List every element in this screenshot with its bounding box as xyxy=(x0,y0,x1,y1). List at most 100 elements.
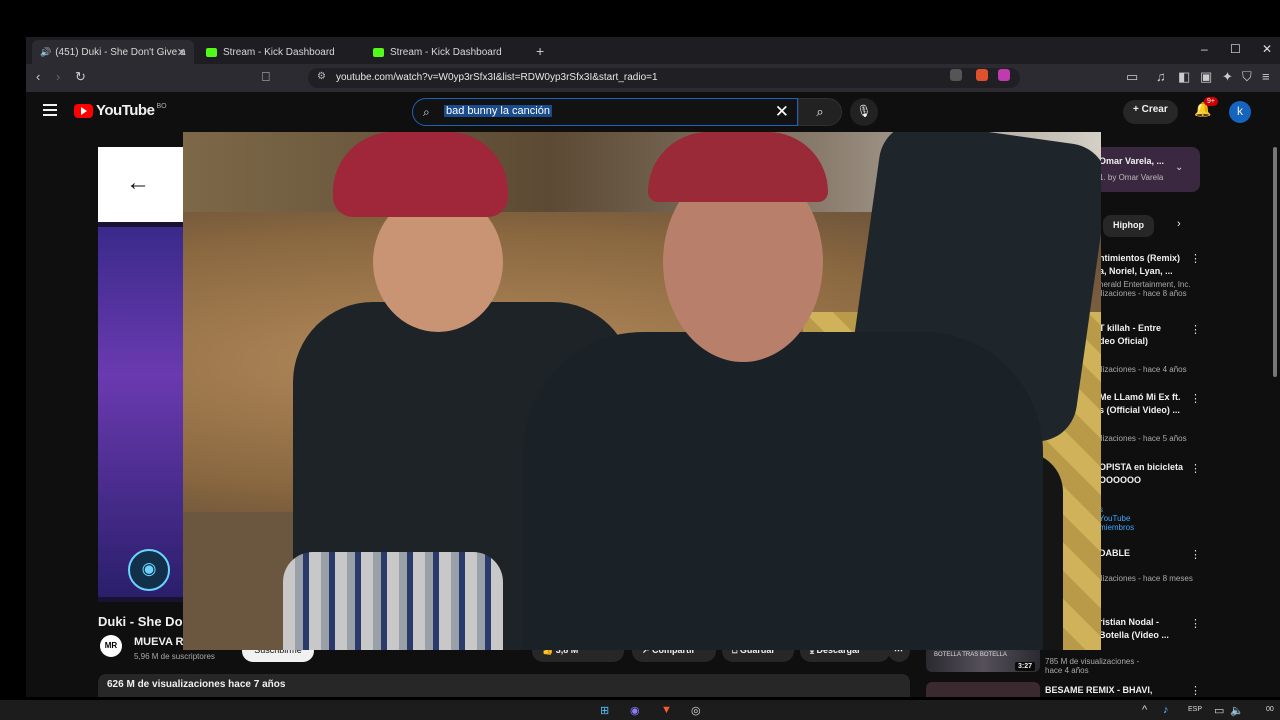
avatar[interactable]: k xyxy=(1229,101,1251,123)
channel-avatar[interactable]: MR xyxy=(100,635,122,657)
related-video-title[interactable]: DABLE xyxy=(1099,547,1189,560)
more-options-icon[interactable]: ⋮ xyxy=(1190,617,1201,630)
clear-search-icon[interactable]: ✕ xyxy=(775,102,789,122)
more-options-icon[interactable]: ⋮ xyxy=(1190,462,1201,475)
site-info-icon[interactable]: ⚙ xyxy=(317,71,326,82)
country-code: BO xyxy=(156,103,167,110)
clock[interactable]: 00 xyxy=(1266,706,1274,713)
webcam-overlay xyxy=(183,132,1101,650)
minimize-button[interactable]: – xyxy=(1201,42,1208,56)
close-window-button[interactable]: ✕ xyxy=(1262,42,1272,56)
related-video-meta: ilizaciones - hace 4 años xyxy=(1099,365,1187,374)
tab-kick-1[interactable]: Stream - Kick Dashboard xyxy=(198,40,360,64)
related-video-meta: herald Entertainment, Inc. ilizaciones -… xyxy=(1099,280,1191,298)
search-icon: ⌕ xyxy=(816,104,824,119)
related-video-title[interactable]: OPISTA en bicicleta OOOOOO xyxy=(1099,461,1189,487)
reload-icon[interactable]: ↻ xyxy=(75,69,86,85)
address-bar[interactable]: ⚙ youtube.com/watch?v=W0yp3rSfx3I&list=R… xyxy=(308,68,1020,88)
tab-youtube[interactable]: 🔊 (451) Duki - She Don't Give a ✕ xyxy=(32,40,194,104)
description-box[interactable]: 626 M de visualizaciones hace 7 años xyxy=(98,674,910,697)
person-left-cap xyxy=(333,132,508,217)
person-right-body xyxy=(523,332,1043,650)
bookmark-icon[interactable]: ⎕ xyxy=(262,69,270,85)
wallet-icon[interactable]: ▣ xyxy=(1200,69,1212,85)
related-video-meta: ilizaciones - hace 5 años xyxy=(1099,434,1187,443)
create-button[interactable]: + Crear xyxy=(1123,100,1178,124)
close-tab-icon[interactable]: ✕ xyxy=(177,46,186,59)
cast-icon[interactable] xyxy=(950,69,962,81)
tab-label: Stream - Kick Dashboard xyxy=(223,46,335,58)
related-video-meta: s YouTube miembros xyxy=(1099,505,1135,532)
new-tab-button[interactable]: + xyxy=(536,43,544,59)
more-options-icon[interactable]: ⋮ xyxy=(1190,548,1201,561)
brave-icon[interactable]: ▼ xyxy=(661,704,672,716)
vpn-icon[interactable]: ⛉ xyxy=(1242,69,1252,85)
video-title: Duki - She Don xyxy=(98,614,191,629)
taskbar: ⊞ ◉ ▼ ◎ ^ ♪ ESP ▭ 🔈 00 xyxy=(0,700,1280,720)
kick-icon xyxy=(373,47,384,57)
language-indicator[interactable]: ESP xyxy=(1188,706,1202,713)
related-video-title[interactable]: T killah - Entre deo Oficial) xyxy=(1099,322,1189,348)
windows-start-icon[interactable]: ⊞ xyxy=(600,704,609,717)
more-options-icon[interactable]: ⋮ xyxy=(1190,252,1201,265)
screen: 🔊 (451) Duki - She Don't Give a ✕ Stream… xyxy=(0,0,1280,720)
video-thumbnail[interactable] xyxy=(926,682,1040,697)
discord-icon[interactable]: ◉ xyxy=(630,704,640,717)
tab-kick-2[interactable]: Stream - Kick Dashboard xyxy=(365,40,527,64)
related-video-meta: 785 M de visualizaciones - hace 4 años xyxy=(1045,657,1140,675)
more-options-icon[interactable]: ⋮ xyxy=(1190,684,1201,697)
sidebar-icon[interactable]: ▭ xyxy=(1126,69,1138,85)
microphone-icon: 🎙 xyxy=(856,104,872,118)
duration-badge: 3:27 xyxy=(1015,662,1036,671)
panel-icon[interactable]: ◧ xyxy=(1178,69,1190,85)
obs-icon[interactable]: ◎ xyxy=(691,704,701,717)
hamburger-menu-icon[interactable] xyxy=(43,104,57,119)
create-label: Crear xyxy=(1141,104,1168,115)
maximize-button[interactable]: ☐ xyxy=(1230,42,1241,56)
voice-search-button[interactable]: 🎙 xyxy=(850,98,878,126)
related-video-title[interactable]: Me LLamó Mi Ex ft. s (Official Video) ..… xyxy=(1099,391,1189,417)
volume-icon[interactable]: 🔈 xyxy=(1230,704,1244,717)
chevron-right-icon[interactable]: › xyxy=(1177,218,1181,230)
views-line: 626 M de visualizaciones hace 7 años xyxy=(107,679,286,690)
brave-shields-icon[interactable] xyxy=(976,69,988,81)
forward-icon[interactable]: › xyxy=(56,69,60,84)
related-video-meta: ilizaciones - hace 8 meses xyxy=(1099,574,1193,583)
scrollbar[interactable] xyxy=(1273,147,1277,377)
search-box[interactable]: ⌕ bad bunny la canción ✕ xyxy=(412,98,798,126)
more-options-icon[interactable]: ⋮ xyxy=(1190,323,1201,336)
related-video-title[interactable]: ntimientos (Remix) a, Noriel, Lyan, ... xyxy=(1099,252,1189,278)
related-video-title[interactable]: BESAME REMIX - BHAVI, xyxy=(1045,684,1185,697)
media-icon[interactable]: ♫ xyxy=(1156,69,1166,84)
video-frame-visual xyxy=(98,227,188,597)
chip-hiphop[interactable]: Hiphop xyxy=(1103,215,1154,237)
striped-blanket xyxy=(283,552,503,650)
search-icon: ⌕ xyxy=(423,105,430,119)
tab-bar: 🔊 (451) Duki - She Don't Give a ✕ Stream… xyxy=(26,37,1280,104)
youtube-play-icon xyxy=(74,103,93,118)
chevron-down-icon[interactable]: ⌄ xyxy=(1175,162,1183,173)
search-input[interactable]: bad bunny la canción xyxy=(444,105,552,117)
notification-badge: 9+ xyxy=(1204,97,1218,106)
more-options-icon[interactable]: ⋮ xyxy=(1190,392,1201,405)
mix-subtitle: 1. by Omar Varela xyxy=(1099,173,1164,182)
mic-tray-icon[interactable]: ♪ xyxy=(1163,704,1169,716)
leo-icon[interactable]: ✦ xyxy=(1222,69,1233,85)
youtube-logo[interactable]: YouTube BO xyxy=(74,102,167,119)
browser-toolbar: ‹ › ↻ ⎕ ⚙ youtube.com/watch?v=W0yp3rSfx3… xyxy=(26,64,1280,92)
thumbnail-text: BOTELLA TRAS BOTELLA xyxy=(934,652,1007,658)
menu-icon[interactable]: ≡ xyxy=(1262,69,1270,84)
back-icon[interactable]: ‹ xyxy=(36,69,40,84)
url-text: youtube.com/watch?v=W0yp3rSfx3I&list=RDW… xyxy=(336,72,658,83)
chevron-up-icon[interactable]: ^ xyxy=(1142,704,1147,716)
search-button[interactable]: ⌕ xyxy=(798,98,842,126)
subscriber-count: 5,96 M de suscriptores xyxy=(134,652,215,661)
back-arrow-icon: ← xyxy=(126,169,150,196)
rewards-icon[interactable] xyxy=(998,69,1010,81)
tab-label: (451) Duki - She Don't Give a xyxy=(55,46,186,58)
network-icon[interactable]: ▭ xyxy=(1214,704,1224,717)
speaker-icon[interactable]: 🔊 xyxy=(40,47,51,58)
channel-name[interactable]: MUEVA Re xyxy=(134,636,190,648)
related-video-title[interactable]: ristian Nodal - Botella (Video ... xyxy=(1099,616,1189,642)
kick-icon xyxy=(206,47,217,57)
